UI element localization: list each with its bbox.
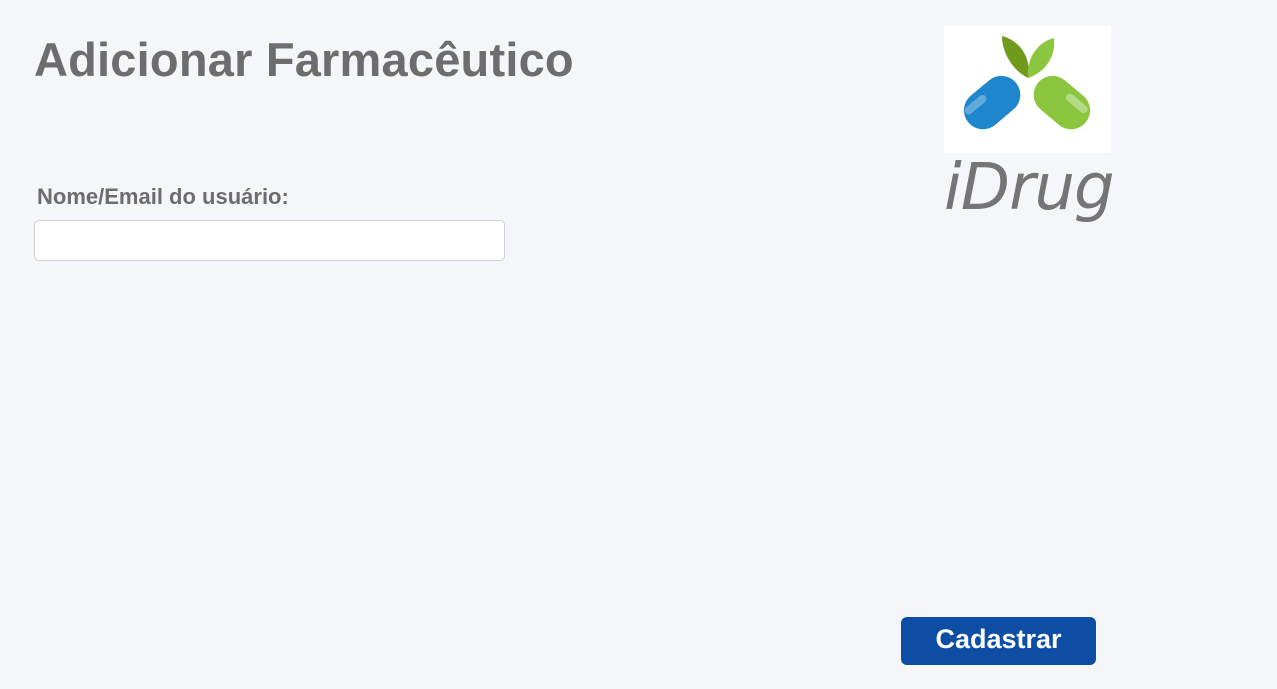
brand-name: iDrug bbox=[944, 151, 1115, 225]
capsule-leaves-logo-icon bbox=[963, 36, 1091, 130]
page-title: Adicionar Farmacêutico bbox=[34, 33, 574, 86]
user-field-label: Nome/Email do usuário: bbox=[37, 184, 289, 209]
cadastrar-button[interactable]: Cadastrar bbox=[901, 617, 1096, 665]
user-search-input[interactable] bbox=[34, 220, 505, 261]
brand-logo bbox=[944, 26, 1111, 153]
